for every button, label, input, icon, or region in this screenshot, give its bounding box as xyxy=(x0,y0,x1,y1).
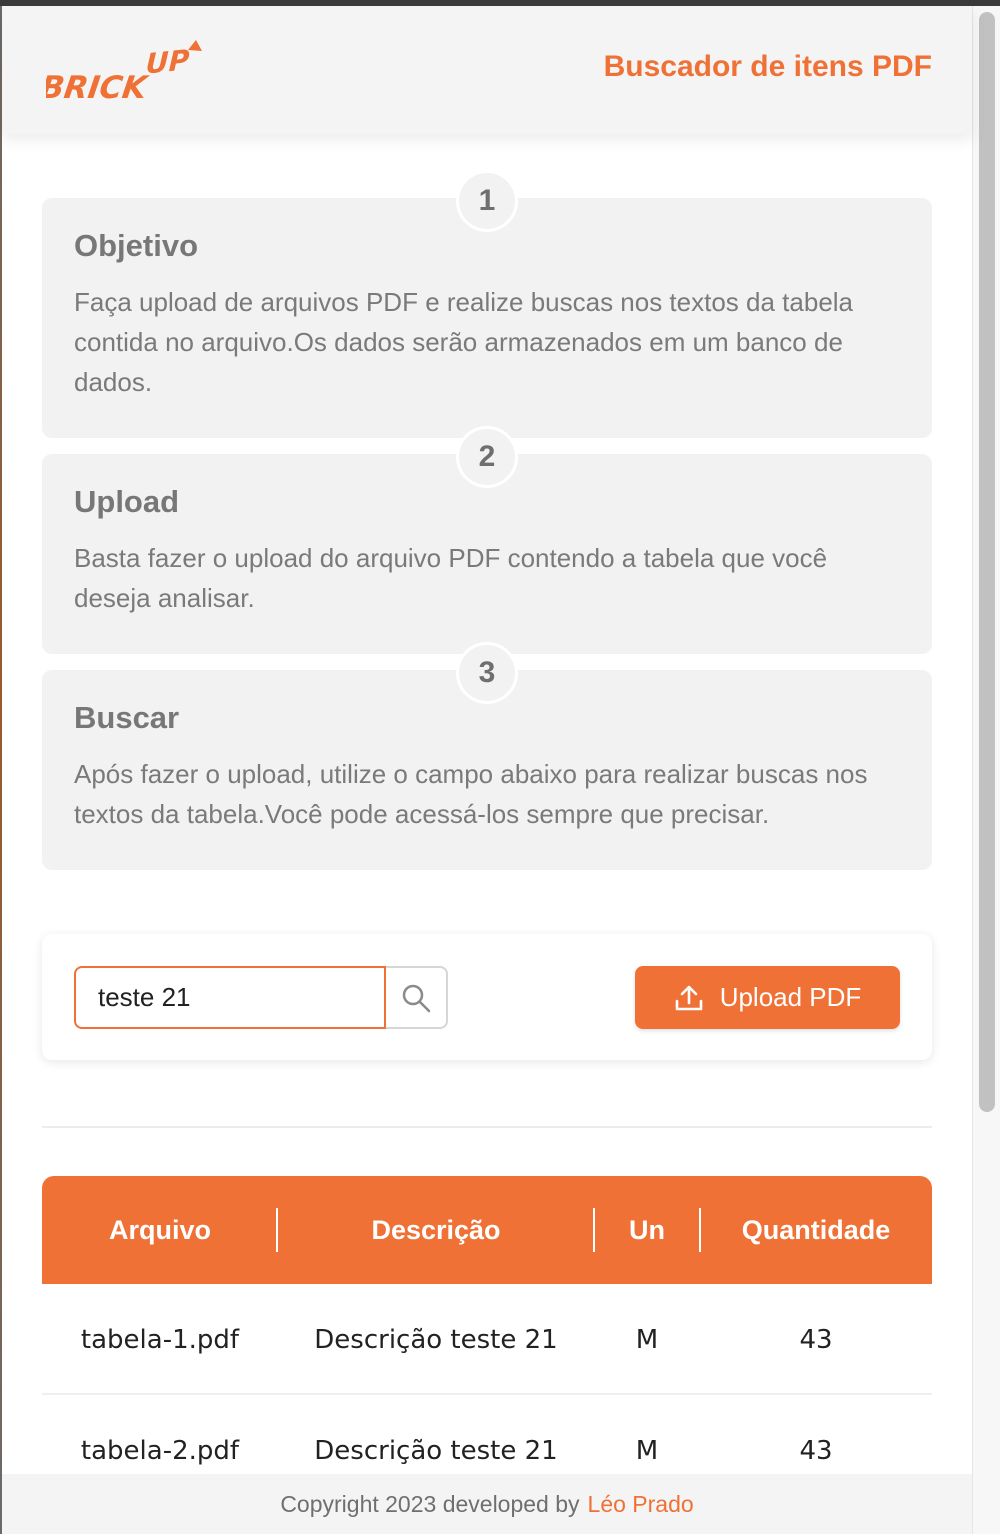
page-footer: Copyright 2023 developed by Léo Prado xyxy=(2,1474,972,1534)
step-description: Basta fazer o upload do arquivo PDF cont… xyxy=(74,543,828,613)
step-number-badge: 3 xyxy=(456,642,518,704)
copyright-text: Copyright 2023 developed by xyxy=(280,1490,580,1517)
results-table: Arquivo Descrição Un Quantidade tabela-1… xyxy=(42,1176,932,1506)
search-input[interactable] xyxy=(74,966,386,1029)
step-title: Buscar xyxy=(74,700,180,735)
logo-word-brick: BRICK xyxy=(46,70,152,106)
step-title: Upload xyxy=(74,484,180,519)
step-card-upload: 2 Upload Basta fazer o upload do arquivo… xyxy=(42,426,932,654)
window-left-edge xyxy=(0,6,2,1534)
upload-pdf-button[interactable]: Upload PDF xyxy=(635,966,900,1029)
logo-word-up: UP xyxy=(145,43,190,80)
step-title: Objetivo xyxy=(74,228,199,263)
table-row[interactable]: tabela-1.pdf Descrição teste 21 M 43 xyxy=(42,1284,932,1395)
step-card-objetivo: 1 Objetivo Faça upload de arquivos PDF e… xyxy=(42,170,932,438)
upload-icon xyxy=(675,985,702,1010)
step-number-badge: 2 xyxy=(456,426,518,488)
cell-quantidade: 43 xyxy=(799,1324,833,1355)
step-description: Após fazer o upload, utilize o campo aba… xyxy=(74,759,868,829)
search-upload-panel: Upload PDF xyxy=(42,934,932,1060)
upload-button-label: Upload PDF xyxy=(719,982,862,1012)
cell-un: M xyxy=(635,1324,659,1355)
brickup-logo[interactable]: BRICK UP xyxy=(46,36,206,108)
column-header-un[interactable]: Un xyxy=(594,1176,700,1284)
page-title: Buscador de itens PDF xyxy=(603,50,932,83)
step-card-buscar: 3 Buscar Após fazer o upload, utilize o … xyxy=(42,642,932,870)
scrollbar-thumb[interactable] xyxy=(979,12,995,1112)
search-icon xyxy=(402,984,431,1012)
section-divider xyxy=(42,1126,932,1128)
step-number-badge: 1 xyxy=(456,170,518,232)
column-header-quantidade[interactable]: Quantidade xyxy=(700,1176,932,1284)
logo-arrow xyxy=(188,40,202,51)
table-header-row: Arquivo Descrição Un Quantidade xyxy=(42,1176,932,1284)
search-button[interactable] xyxy=(386,966,448,1029)
cell-arquivo: tabela-1.pdf xyxy=(80,1324,240,1355)
step-description: Faça upload de arquivos PDF e realize bu… xyxy=(74,287,854,397)
column-header-arquivo[interactable]: Arquivo xyxy=(42,1176,278,1284)
page-viewport: BRICK UP Buscador de itens PDF 1 Objetiv… xyxy=(0,6,1000,1534)
app-header: BRICK UP Buscador de itens PDF xyxy=(2,6,972,134)
cell-descricao: Descrição teste 21 xyxy=(314,1324,558,1355)
author-link[interactable]: Léo Prado xyxy=(588,1491,694,1518)
column-header-descricao[interactable]: Descrição xyxy=(278,1176,594,1284)
